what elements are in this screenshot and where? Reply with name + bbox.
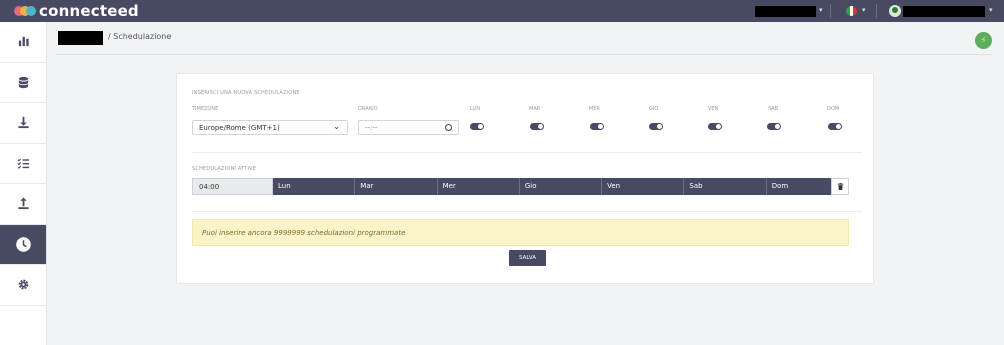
- toggle-fri[interactable]: [708, 123, 722, 130]
- day-label-tue: MAR: [529, 106, 541, 112]
- toggle-sat[interactable]: [767, 123, 781, 130]
- sidebar-item-settings[interactable]: [0, 265, 46, 306]
- breadcrumb: / Schedulazione: [108, 32, 171, 41]
- database-icon: [18, 76, 28, 88]
- schedule-day: Mer: [437, 178, 520, 195]
- lightning-icon[interactable]: ⚡: [975, 32, 992, 49]
- user-account-redacted[interactable]: [755, 6, 816, 17]
- day-label-sun: DOM: [827, 106, 840, 112]
- table-row: 04:00 Lun Mar Mer Gio Ven Sab Dom: [192, 178, 848, 195]
- trash-icon: [837, 183, 843, 190]
- schedule-day: Lun: [273, 178, 356, 195]
- brand-name: connecteed: [39, 2, 139, 20]
- timezone-value: Europe/Rome (GMT+1): [199, 124, 280, 132]
- clock-icon: [15, 236, 31, 252]
- flag-italy-icon[interactable]: [846, 6, 857, 16]
- schedule-day: Ven: [602, 178, 685, 195]
- breadcrumb-separator: /: [108, 32, 111, 41]
- sidebar-item-upload[interactable]: [0, 184, 46, 225]
- avatar-icon[interactable]: [889, 5, 901, 17]
- save-button[interactable]: SALVA: [509, 250, 546, 266]
- day-label-wed: MER: [589, 106, 600, 112]
- logo-mark-icon: [14, 4, 36, 18]
- chevron-down-icon[interactable]: ▾: [862, 6, 866, 14]
- toggle-wed[interactable]: [590, 123, 604, 130]
- day-label-thu: GIO: [649, 106, 659, 112]
- section-divider: [192, 211, 862, 212]
- schedule-card: INSERISCI UNA NUOVA SCHEDULAZIONE TIMEZO…: [176, 73, 874, 284]
- brand-logo[interactable]: connecteed: [14, 3, 139, 19]
- section-divider: [192, 152, 862, 153]
- checklist-icon: [17, 158, 29, 169]
- sidebar-item-database[interactable]: [0, 63, 46, 103]
- clock-icon[interactable]: [445, 124, 452, 131]
- schedule-day: Gio: [519, 178, 603, 195]
- chevron-down-icon[interactable]: ▾: [819, 6, 823, 14]
- toggle-sun[interactable]: [828, 123, 842, 130]
- timezone-select[interactable]: Europe/Rome (GMT+1) ⌄: [192, 120, 348, 135]
- time-label: ORARIO: [358, 106, 378, 112]
- sidebar-item-tasks[interactable]: [0, 144, 46, 184]
- day-label-mon: LUN: [470, 106, 480, 112]
- bar-chart-icon: [18, 37, 29, 47]
- sidebar: [0, 22, 47, 345]
- chevron-down-icon[interactable]: ▾: [989, 6, 993, 14]
- schedule-time: 04:00: [192, 178, 273, 195]
- breadcrumb-current: Schedulazione: [113, 32, 172, 41]
- sidebar-item-dashboard[interactable]: [0, 22, 46, 63]
- schedule-day: Sab: [684, 178, 767, 195]
- sidebar-item-schedule[interactable]: [0, 224, 46, 265]
- header-divider: [56, 54, 992, 55]
- remaining-schedules-alert: Puoi inserire ancora 9999999 schedulazio…: [192, 219, 849, 246]
- breadcrumb-root-redacted[interactable]: [58, 31, 103, 45]
- day-label-fri: VEN: [708, 106, 719, 112]
- active-schedules-title: SCHEDULAZIONI ATTIVE: [192, 166, 257, 172]
- download-icon: [17, 117, 29, 129]
- sidebar-item-download[interactable]: [0, 103, 46, 144]
- toggle-tue[interactable]: [530, 123, 544, 130]
- divider: [830, 4, 831, 18]
- schedule-day: Mar: [355, 178, 438, 195]
- upload-icon: [17, 197, 29, 210]
- gear-icon: [18, 279, 28, 290]
- chevron-down-icon: ⌄: [333, 122, 340, 131]
- time-placeholder: --:--: [365, 124, 378, 132]
- delete-schedule-button[interactable]: [831, 178, 849, 195]
- divider: [876, 4, 877, 18]
- timezone-label: TIMEZONE: [192, 106, 219, 112]
- user-name-redacted[interactable]: [903, 6, 985, 17]
- toggle-mon[interactable]: [470, 123, 484, 130]
- new-schedule-title: INSERISCI UNA NUOVA SCHEDULAZIONE: [192, 90, 300, 96]
- toggle-thu[interactable]: [649, 123, 663, 130]
- top-bar: connecteed ▾ ▾ ▾: [0, 0, 1004, 22]
- time-input[interactable]: --:--: [358, 120, 459, 135]
- day-label-sat: SAB: [768, 106, 779, 112]
